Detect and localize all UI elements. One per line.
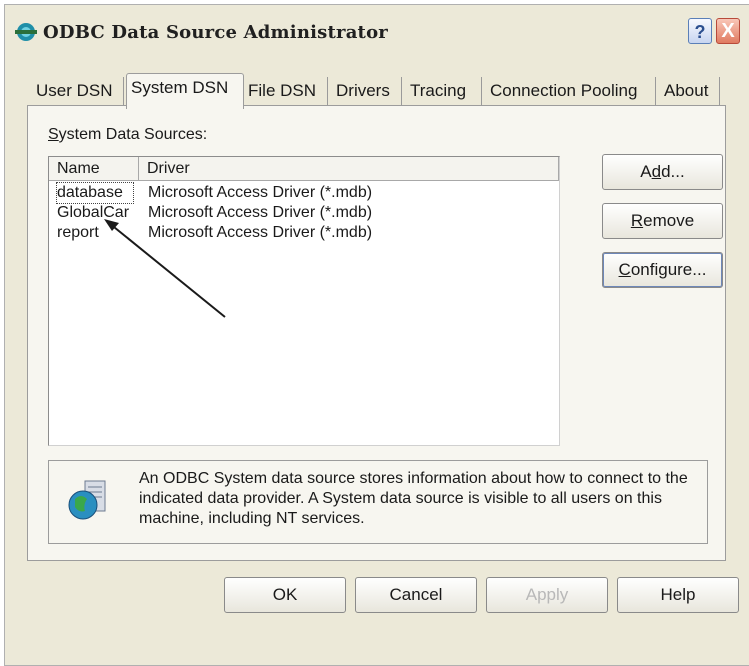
tab-connection-pooling[interactable]: Connection Pooling	[486, 77, 656, 107]
dsn-driver: Microsoft Access Driver (*.mdb)	[148, 224, 373, 241]
list-header: Name Driver	[49, 157, 559, 181]
tab-file-dsn[interactable]: File DSN	[244, 77, 328, 107]
help-button[interactable]: Help	[617, 577, 739, 613]
list-item[interactable]: GlobalCar Microsoft Access Driver (*.mdb…	[49, 203, 559, 223]
dsn-driver: Microsoft Access Driver (*.mdb)	[148, 204, 373, 221]
title-bar[interactable]: ODBC Data Source Administrator ? X	[5, 5, 749, 55]
globe-database-icon	[68, 480, 106, 520]
info-description: An ODBC System data source stores inform…	[139, 470, 688, 527]
tab-drivers[interactable]: Drivers	[332, 77, 402, 107]
close-icon[interactable]: X	[716, 18, 740, 44]
add-button[interactable]: Add...	[602, 154, 723, 190]
configure-button[interactable]: Configure...	[602, 252, 723, 288]
dsn-name: database	[56, 182, 134, 204]
dsn-name: GlobalCar	[57, 204, 130, 221]
list-item[interactable]: database Microsoft Access Driver (*.mdb)	[49, 182, 559, 204]
tab-user-dsn[interactable]: User DSN	[32, 77, 124, 107]
odbc-admin-window: ODBC Data Source Administrator ? X User …	[4, 4, 749, 666]
list-item[interactable]: report Microsoft Access Driver (*.mdb)	[49, 223, 559, 243]
cancel-button[interactable]: Cancel	[355, 577, 477, 613]
odbc-app-icon	[15, 23, 37, 41]
tab-about[interactable]: About	[660, 77, 720, 107]
dsn-driver: Microsoft Access Driver (*.mdb)	[148, 184, 373, 201]
system-data-sources-label: System Data Sources:	[48, 126, 208, 143]
info-box: An ODBC System data source stores inform…	[48, 460, 708, 544]
remove-button[interactable]: Remove	[602, 203, 723, 239]
column-header-driver[interactable]: Driver	[139, 157, 559, 181]
window-title: ODBC Data Source Administrator	[43, 22, 388, 43]
dsn-name: report	[57, 224, 99, 241]
apply-button[interactable]: Apply	[486, 577, 608, 613]
ok-button[interactable]: OK	[224, 577, 346, 613]
data-sources-list[interactable]: Name Driver database Microsoft Access Dr…	[48, 156, 560, 446]
help-icon[interactable]: ?	[688, 18, 712, 44]
tab-system-dsn[interactable]: System DSN	[126, 73, 244, 109]
system-dsn-panel: System Data Sources: Name Driver databas…	[27, 105, 726, 561]
column-header-name[interactable]: Name	[49, 157, 139, 181]
tab-tracing[interactable]: Tracing	[406, 77, 482, 107]
